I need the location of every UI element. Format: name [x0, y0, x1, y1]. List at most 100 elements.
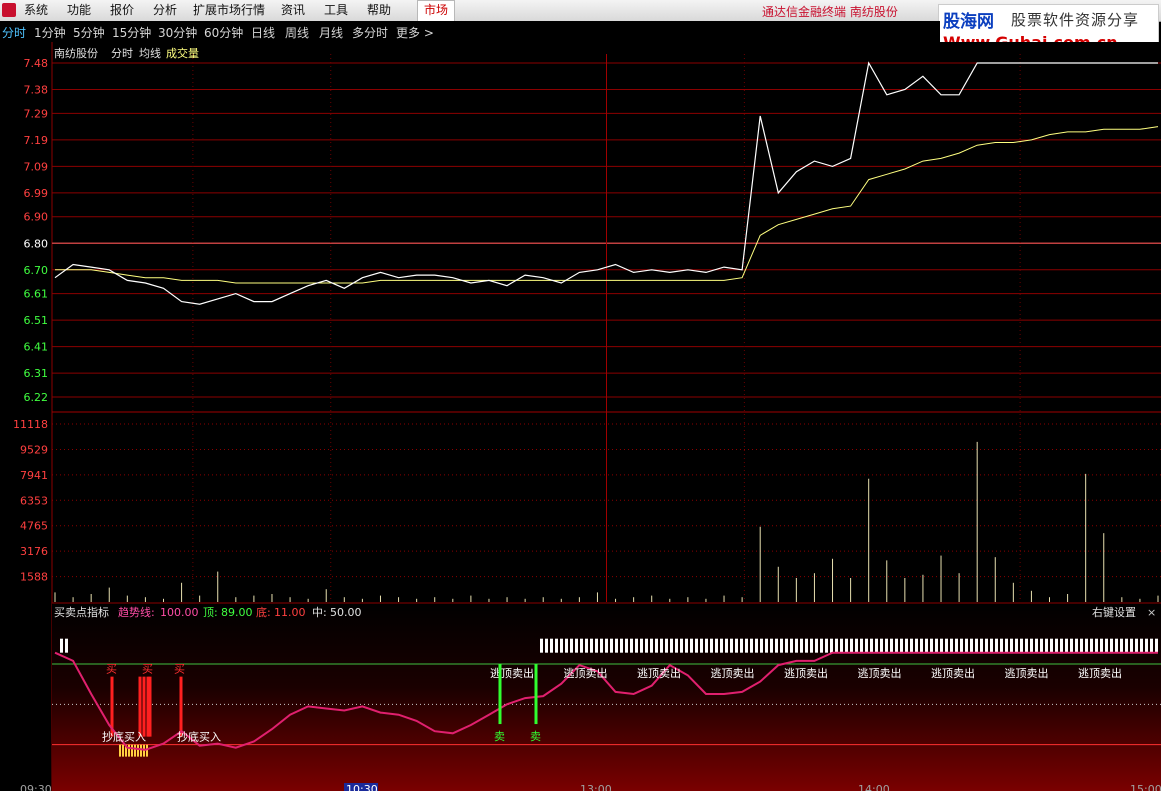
sell-zone-bar — [680, 638, 683, 653]
menu-news[interactable]: 资讯 — [281, 3, 305, 17]
top-sell-label: 逃顶卖出 — [1078, 666, 1122, 680]
sell-zone-bar — [895, 638, 898, 653]
top-sell-label: 逃顶卖出 — [784, 666, 828, 680]
sell-zone-bar — [1035, 638, 1038, 653]
stock-name-label: 南纺股份 — [54, 46, 98, 60]
menu-tools[interactable]: 工具 — [324, 3, 348, 17]
sell-zone-bar — [765, 638, 768, 653]
sell-zone-bar — [1125, 638, 1128, 653]
volume-tick-label: 7941 — [20, 469, 48, 482]
menu-extended-market[interactable]: 扩展市场行情 — [193, 3, 265, 17]
sell-zone-bar — [1120, 638, 1123, 653]
sell-zone-bar — [760, 638, 763, 653]
price-tick-label: 7.29 — [24, 107, 49, 120]
indicator-bottom-value: 11.00 — [274, 606, 306, 619]
period-toolbar: 分时 1分钟 5分钟 15分钟 30分钟 60分钟 日线 周线 月线 多分时 更… — [0, 21, 940, 42]
time-tick-label: 10:30 — [346, 783, 378, 791]
app-logo-icon[interactable] — [2, 3, 16, 17]
menu-system[interactable]: 系统 — [24, 3, 48, 17]
period-tab-5min[interactable]: 5分钟 — [73, 24, 105, 41]
sell-zone-bar — [950, 638, 953, 653]
sell-zone-bar — [840, 638, 843, 653]
price-tick-label: 6.51 — [24, 314, 49, 327]
sell-zone-bar — [800, 638, 803, 653]
sell-zone-bar — [780, 638, 783, 653]
price-tick-label: 7.38 — [24, 84, 49, 97]
menu-quote[interactable]: 报价 — [110, 3, 134, 17]
buy-signal-label: 买 — [142, 663, 153, 676]
sell-zone-bar — [855, 638, 858, 653]
period-tab-1min[interactable]: 1分钟 — [34, 24, 66, 41]
sell-zone-bar — [850, 638, 853, 653]
volume-tick-label: 9529 — [20, 443, 48, 456]
settings-button[interactable]: 右键设置 — [1092, 605, 1136, 619]
sell-zone-bar — [550, 638, 553, 653]
sell-zone-bar — [1030, 638, 1033, 653]
sell-signal-label: 卖 — [494, 730, 505, 743]
sell-zone-bar — [1145, 638, 1148, 653]
sell-zone-bar — [1010, 638, 1013, 653]
sell-zone-bar — [910, 638, 913, 653]
period-tab-30min[interactable]: 30分钟 — [158, 24, 197, 41]
bottom-buy-label: 抄底买入 — [102, 730, 146, 744]
sell-zone-bar — [1070, 638, 1073, 653]
indicator-background — [52, 603, 1161, 791]
period-tab-multi[interactable]: 多分时 — [352, 24, 388, 41]
top-sell-label: 逃顶卖出 — [711, 666, 755, 680]
sell-zone-bar — [870, 638, 873, 653]
sell-zone-bar — [660, 638, 663, 653]
sell-zone-bar — [865, 638, 868, 653]
market-tab[interactable]: 市场 — [417, 0, 455, 23]
period-tab-intraday[interactable]: 分时 — [2, 24, 26, 41]
period-tab-month[interactable]: 月线 — [319, 24, 343, 41]
sell-zone-bar — [925, 638, 928, 653]
period-tab-week[interactable]: 周线 — [285, 24, 309, 41]
buy-signal-label: 买 — [106, 663, 117, 676]
sell-zone-bar — [790, 638, 793, 653]
sell-zone-bar — [945, 638, 948, 653]
time-tick-label: 14:00 — [858, 783, 890, 791]
sell-zone-bar — [960, 638, 963, 653]
sell-zone-bar — [700, 638, 703, 653]
period-tab-15min[interactable]: 15分钟 — [112, 24, 151, 41]
sell-zone-bar — [685, 638, 688, 653]
price-tick-label: 7.09 — [24, 160, 49, 173]
sell-zone-bar — [970, 638, 973, 653]
sell-zone-bar — [1140, 638, 1143, 653]
intraday-chart[interactable]: 南纺股份 分时 均线 成交量 7.48 7.38 7.29 7.19 7.09 6.99 6… — [0, 42, 1161, 791]
period-tab-day[interactable]: 日线 — [251, 24, 275, 41]
sell-zone-bar — [885, 638, 888, 653]
sell-zone-bar — [695, 638, 698, 653]
menu-function[interactable]: 功能 — [67, 3, 91, 17]
menu-analysis[interactable]: 分析 — [153, 3, 177, 17]
sell-zone-bar — [845, 638, 848, 653]
menu-help[interactable]: 帮助 — [367, 3, 391, 17]
sell-zone-bar — [795, 638, 798, 653]
period-tab-more[interactable]: 更多 > — [396, 24, 434, 41]
sell-zone-bar — [890, 638, 893, 653]
sell-zone-bar — [975, 638, 978, 653]
sell-zone-bar — [935, 638, 938, 653]
sell-zone-bar — [655, 638, 658, 653]
price-tick-label: 6.22 — [24, 391, 49, 404]
volume-axis-labels: 11118 9529 7941 6353 4765 3176 1588 — [13, 418, 48, 584]
close-icon[interactable]: × — [1147, 606, 1156, 619]
indicator-mid-value: 50.00 — [330, 606, 362, 619]
indicator-bottom-label: 底: — [256, 605, 271, 619]
sell-zone-bar — [665, 638, 668, 653]
sell-zone-bar — [725, 638, 728, 653]
period-tab-60min[interactable]: 60分钟 — [204, 24, 243, 41]
sell-zone-bar — [1060, 638, 1063, 653]
sell-zone-bar — [820, 638, 823, 653]
sell-zone-bar — [1050, 638, 1053, 653]
sell-zone-bar — [980, 638, 983, 653]
sell-zone-bar — [1000, 638, 1003, 653]
price-tick-label: 6.41 — [24, 341, 49, 354]
sell-zone-bar — [585, 638, 588, 653]
sell-zone-bar — [590, 638, 593, 653]
sell-zone-bar — [1055, 638, 1058, 653]
sell-zone-bar — [645, 638, 648, 653]
sell-zone-bar — [990, 638, 993, 653]
sell-zone-bar — [600, 638, 603, 653]
sell-zone-bar — [730, 638, 733, 653]
